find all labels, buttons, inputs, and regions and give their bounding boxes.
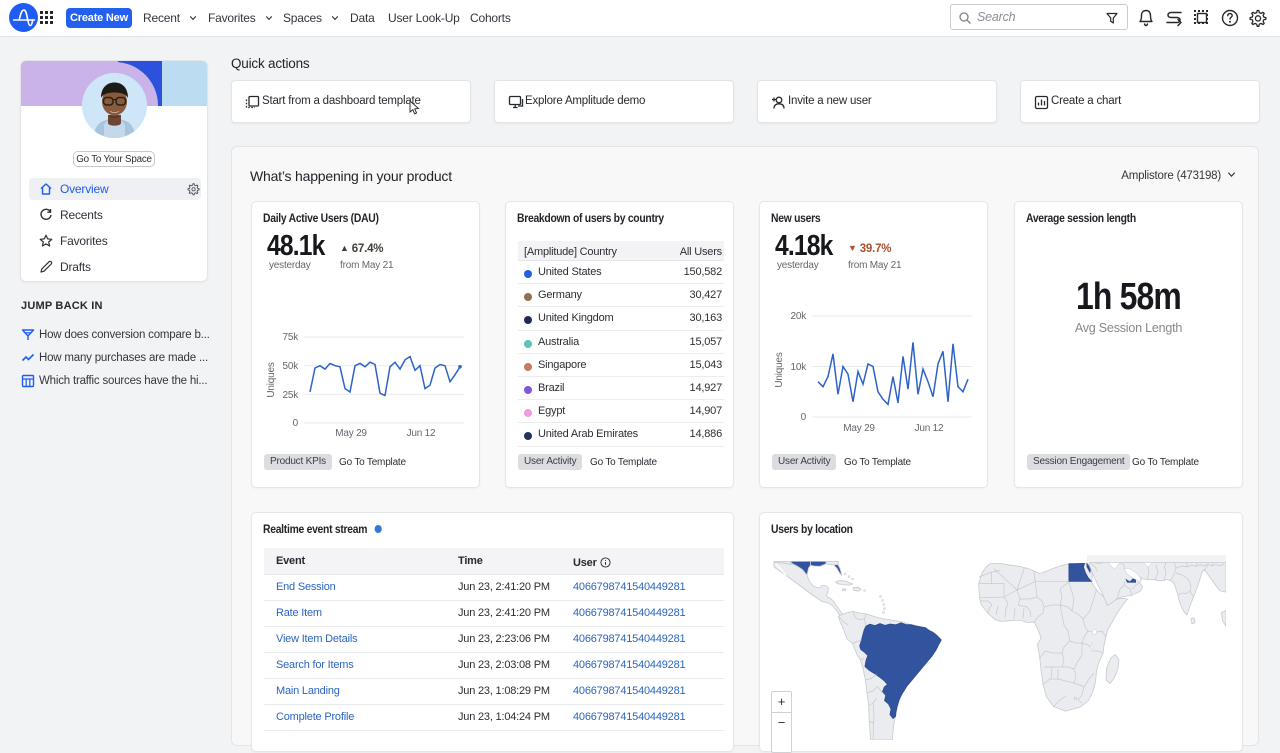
svg-text:Jun 12: Jun 12 <box>915 423 944 434</box>
svg-text:10k: 10k <box>790 362 807 373</box>
svg-text:50k: 50k <box>282 361 299 372</box>
svg-text:75k: 75k <box>282 332 299 343</box>
svg-text:0: 0 <box>801 412 807 423</box>
svg-text:May 29: May 29 <box>335 428 367 439</box>
svg-text:May 29: May 29 <box>843 423 875 434</box>
svg-text:Jun 12: Jun 12 <box>407 428 436 439</box>
svg-text:Uniques: Uniques <box>266 362 277 397</box>
svg-text:0: 0 <box>293 418 299 429</box>
svg-text:25k: 25k <box>282 390 299 401</box>
svg-text:Uniques: Uniques <box>774 352 785 387</box>
svg-text:20k: 20k <box>790 311 807 322</box>
